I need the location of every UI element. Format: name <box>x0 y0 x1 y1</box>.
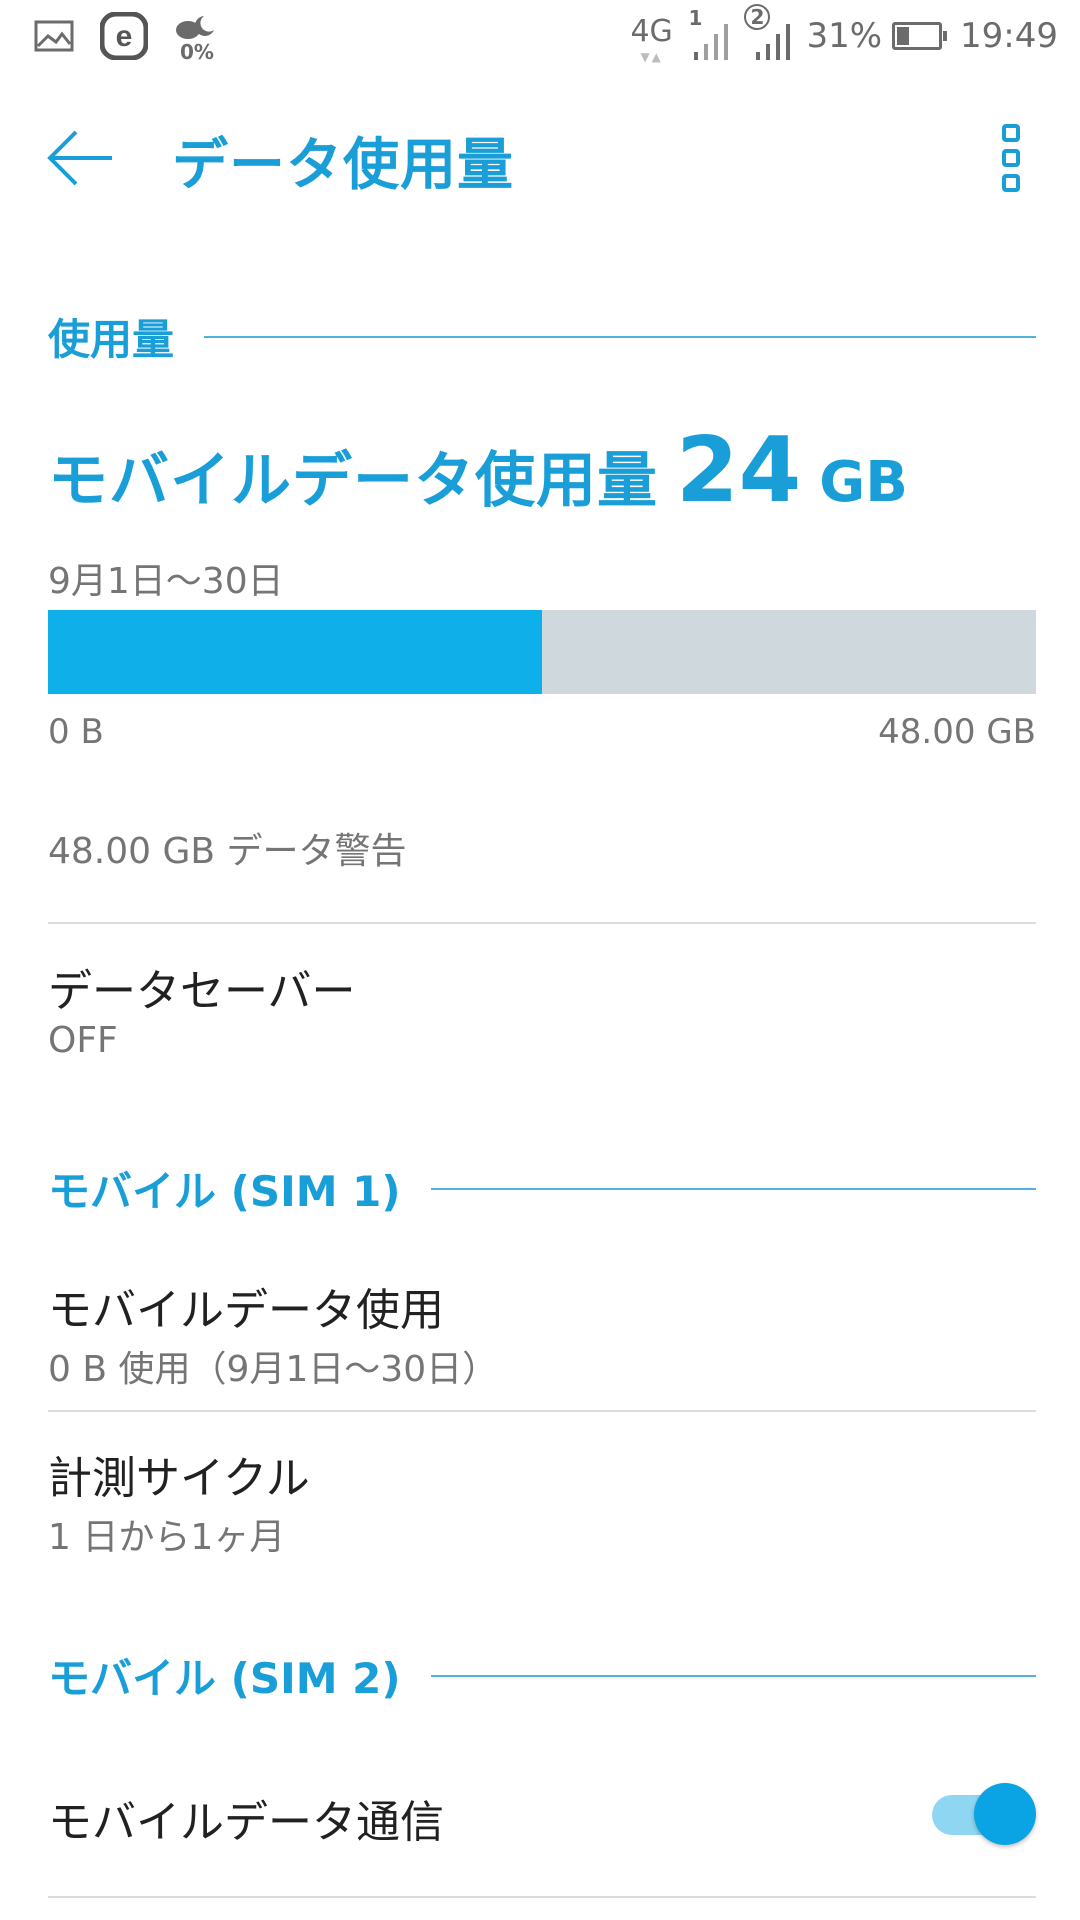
usage-bar <box>48 610 1036 694</box>
svg-text:e: e <box>116 20 133 53</box>
usage-amount: 24 <box>676 418 802 523</box>
mobile-data-title: モバイルデータ通信 <box>48 1797 444 1848</box>
section-sim1: モバイル (SIM 1) <box>48 1158 1036 1219</box>
network-indicator: 4G ▼▲ <box>630 10 676 64</box>
usage-bar-min: 0 B <box>48 712 104 752</box>
toggle-knob <box>974 1783 1036 1845</box>
mobile-data-usage-subtitle: 0 B 使用（9月1日〜30日） <box>48 1349 499 1390</box>
section-sim2: モバイル (SIM 2) <box>48 1645 1036 1706</box>
section-usage: 使用量 <box>48 306 1036 367</box>
signal-icon <box>694 24 729 60</box>
data-saver-title: データセーバー <box>48 966 356 1017</box>
page-title: データ使用量 <box>172 133 514 198</box>
section-divider <box>430 1187 1036 1190</box>
battery-icon <box>892 22 948 50</box>
network-type: 4G <box>630 14 673 49</box>
battery-percent: 31% <box>806 16 883 56</box>
usage-period: 9月1日〜30日 <box>48 561 284 602</box>
status-right: 4G ▼▲ 1 2 31% 19:49 <box>630 4 1058 64</box>
e-app-icon: e <box>99 11 149 64</box>
weather-icon: 0% <box>174 12 218 64</box>
section-sim1-label: モバイル (SIM 1) <box>48 1167 401 1216</box>
data-saver-value: OFF <box>48 1020 118 1061</box>
divider <box>48 1896 1036 1898</box>
battery-fill <box>897 27 910 45</box>
data-arrows-icon: ▼▲ <box>640 50 663 64</box>
section-divider <box>430 1674 1036 1677</box>
divider <box>48 1410 1036 1412</box>
usage-bar-fill <box>48 610 542 694</box>
mobile-data-usage-title: モバイルデータ使用 <box>48 1285 444 1336</box>
sim1-signal: 1 <box>686 6 736 62</box>
usage-bar-max: 48.00 GB <box>878 712 1036 752</box>
sim2-signal: 2 <box>744 4 796 62</box>
weather-label: 0% <box>180 40 214 64</box>
clock: 19:49 <box>960 16 1058 56</box>
status-bar: e 0% 4G ▼▲ 1 2 31% 19:49 <box>0 0 1080 75</box>
more-vert-icon <box>1002 124 1020 192</box>
arrow-left-icon <box>47 130 112 186</box>
section-sim2-label: モバイル (SIM 2) <box>48 1654 401 1703</box>
divider <box>48 922 1036 924</box>
billing-cycle-subtitle: 1 日から1ヶ月 <box>48 1517 286 1558</box>
more-options-button[interactable] <box>990 120 1034 196</box>
usage-unit: GB <box>819 450 908 515</box>
mobile-data-toggle[interactable] <box>932 1783 1036 1845</box>
status-left: e 0% <box>34 11 218 64</box>
gallery-icon <box>34 20 74 56</box>
signal-icon <box>756 24 791 60</box>
data-warning: 48.00 GB データ警告 <box>48 831 407 872</box>
back-button[interactable] <box>40 118 120 198</box>
usage-summary: モバイルデータ使用量 24 GB <box>48 418 908 523</box>
billing-cycle-title: 計測サイクル <box>48 1453 310 1504</box>
usage-title: モバイルデータ使用量 <box>48 446 658 516</box>
section-usage-label: 使用量 <box>48 315 175 364</box>
section-divider <box>204 335 1036 338</box>
